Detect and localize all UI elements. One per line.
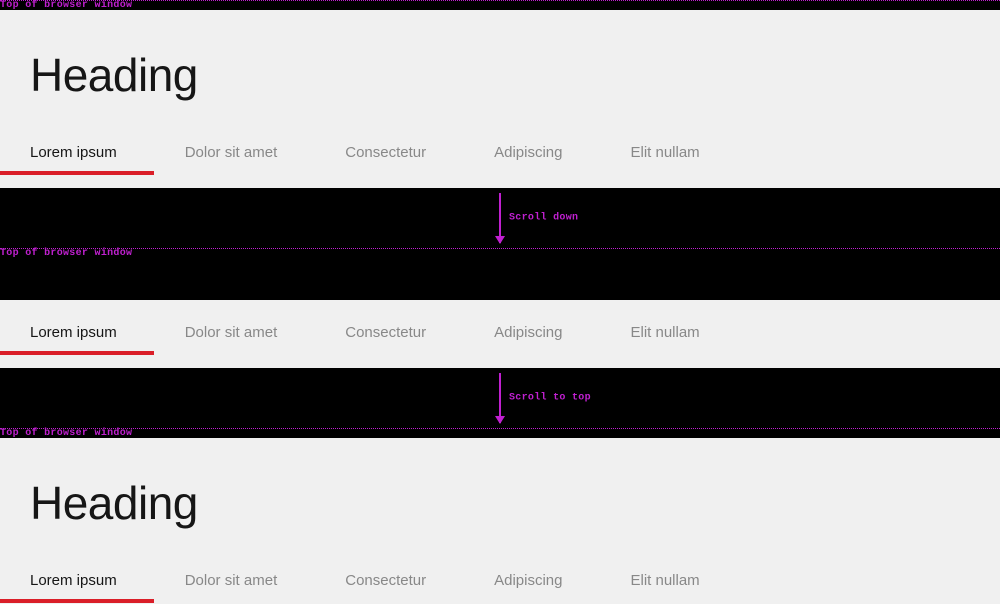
- state-returned-to-top: Heading Lorem ipsum Dolor sit amet Conse…: [0, 438, 1000, 604]
- page-title: Heading: [30, 438, 970, 530]
- viewport-marker-2: Top of browser window: [0, 248, 1000, 258]
- tab-elit-nullam[interactable]: Elit nullam: [630, 324, 699, 355]
- tab-list: Lorem ipsum Dolor sit amet Consectetur A…: [30, 300, 970, 355]
- transition-scroll-down: Scroll down: [0, 188, 1000, 248]
- tab-dolor-sit-amet[interactable]: Dolor sit amet: [185, 144, 278, 175]
- tab-list: Lorem ipsum Dolor sit amet Consectetur A…: [30, 572, 970, 603]
- active-tab-indicator: [0, 599, 154, 603]
- state-initial: Heading Lorem ipsum Dolor sit amet Conse…: [0, 10, 1000, 188]
- tab-elit-nullam[interactable]: Elit nullam: [630, 144, 699, 175]
- transition-scroll-to-top: Scroll to top: [0, 368, 1000, 428]
- tab-consectetur[interactable]: Consectetur: [345, 144, 426, 175]
- active-tab-indicator: [0, 171, 154, 175]
- arrow-down-icon: Scroll to top: [499, 368, 501, 428]
- arrow-label: Scroll down: [509, 213, 578, 224]
- tab-consectetur[interactable]: Consectetur: [345, 324, 426, 355]
- tab-dolor-sit-amet[interactable]: Dolor sit amet: [185, 572, 278, 603]
- tab-elit-nullam[interactable]: Elit nullam: [630, 572, 699, 603]
- arrow-down-icon: Scroll down: [499, 188, 501, 248]
- page-title: Heading: [30, 10, 970, 102]
- tab-list: Lorem ipsum Dolor sit amet Consectetur A…: [30, 144, 970, 175]
- tab-adipiscing[interactable]: Adipiscing: [494, 324, 562, 355]
- tab-adipiscing[interactable]: Adipiscing: [494, 144, 562, 175]
- tab-adipiscing[interactable]: Adipiscing: [494, 572, 562, 603]
- viewport-label: Top of browser window: [0, 248, 132, 259]
- active-tab-indicator: [0, 351, 154, 355]
- viewport-marker-3: Top of browser window: [0, 428, 1000, 438]
- tab-consectetur[interactable]: Consectetur: [345, 572, 426, 603]
- state-sticky-tabs: Lorem ipsum Dolor sit amet Consectetur A…: [0, 300, 1000, 368]
- arrow-label: Scroll to top: [509, 393, 591, 404]
- tab-dolor-sit-amet[interactable]: Dolor sit amet: [185, 324, 278, 355]
- viewport-marker-1: Top of browser window: [0, 0, 1000, 10]
